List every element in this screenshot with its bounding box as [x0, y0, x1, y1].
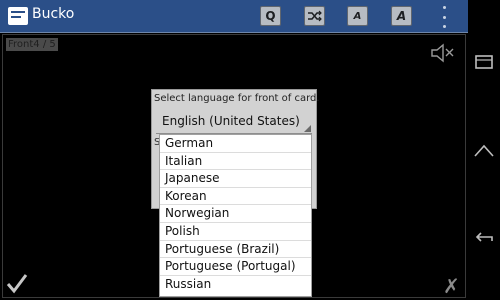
dropdown-item[interactable]: Russian: [160, 276, 311, 294]
home-icon[interactable]: [472, 138, 496, 162]
card-counter: Front4 / 5: [6, 38, 58, 51]
spinner-selected-value: English (United States): [162, 114, 300, 128]
language-spinner[interactable]: English (United States): [156, 111, 312, 134]
dropdown-item[interactable]: Italian: [160, 153, 311, 171]
dropdown-item[interactable]: Norwegian: [160, 205, 311, 223]
app-title: Bucko: [32, 6, 75, 22]
dialog-prompt: Select language for front of card.: [154, 93, 320, 104]
font-large-action-button[interactable]: A: [391, 6, 412, 26]
dropdown-item[interactable]: Portuguese (Portugal): [160, 258, 311, 276]
overflow-menu-icon[interactable]: [438, 6, 450, 28]
back-icon[interactable]: [472, 225, 496, 249]
dropdown-item[interactable]: Polish: [160, 223, 311, 241]
spinner-dropdown-icon: [304, 125, 311, 132]
navigation-bar: [468, 0, 500, 300]
dropdown-item[interactable]: German: [160, 135, 311, 153]
shuffle-action-button[interactable]: [304, 6, 325, 26]
x-icon[interactable]: ✗: [443, 276, 460, 296]
q-action-button[interactable]: Q: [260, 6, 281, 26]
app-icon: [8, 7, 28, 25]
shuffle-icon: [308, 10, 322, 22]
recent-apps-icon[interactable]: [472, 50, 496, 74]
speaker-mute-icon[interactable]: [430, 42, 456, 64]
action-bar: Bucko Q A A: [0, 0, 468, 33]
font-small-action-button[interactable]: A: [347, 6, 368, 26]
check-icon[interactable]: [6, 272, 28, 294]
dropdown-item[interactable]: Portuguese (Brazil): [160, 241, 311, 259]
dropdown-item[interactable]: Korean: [160, 188, 311, 206]
language-dropdown-list[interactable]: German Italian Japanese Korean Norwegian…: [159, 134, 312, 297]
dropdown-item[interactable]: Japanese: [160, 170, 311, 188]
